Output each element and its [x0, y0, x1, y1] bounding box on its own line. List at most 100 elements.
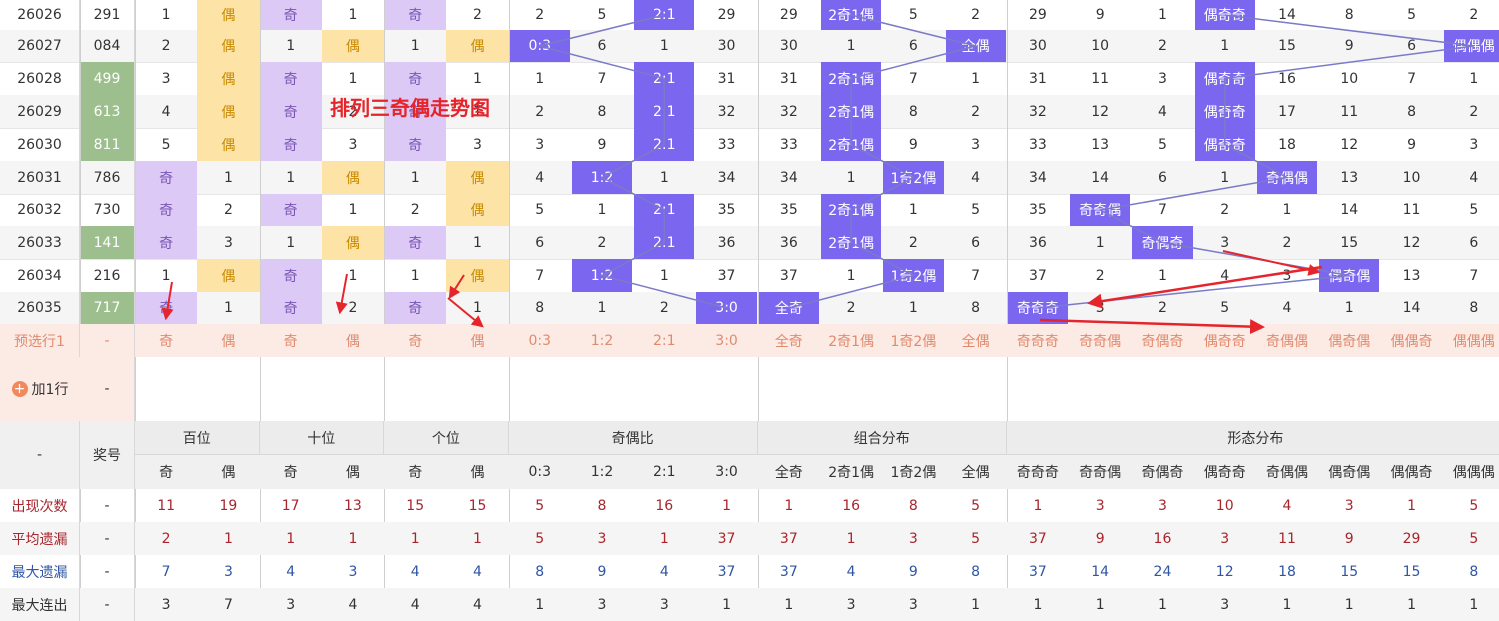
prize-number: 613	[80, 95, 135, 128]
preselect-option[interactable]: 奇	[260, 324, 322, 357]
preselect-option[interactable]: 偶奇偶	[1318, 324, 1380, 357]
preselect-option[interactable]: 全奇	[758, 324, 820, 357]
data-cell: 10	[1091, 38, 1110, 54]
data-cell: 2	[1157, 300, 1167, 316]
data-cell: 3	[348, 136, 358, 153]
odd-cell: 奇	[135, 226, 198, 259]
data-cell: 12	[1340, 136, 1359, 153]
data-cell: 4	[161, 103, 171, 120]
data-cell: 1	[659, 267, 669, 284]
data-cell: 1	[1344, 300, 1354, 316]
preselect-option[interactable]: 偶	[446, 324, 508, 357]
preselect-option[interactable]: 1:2	[571, 324, 633, 357]
odd-cell: 奇	[135, 292, 198, 324]
preselect-option[interactable]: 奇偶奇	[1131, 324, 1193, 357]
stat-value: 16	[1153, 530, 1172, 547]
stat-value: 17	[281, 497, 300, 514]
data-cell: 2	[908, 234, 918, 251]
stat-value: 8	[971, 563, 981, 580]
preselect-option[interactable]: 奇	[135, 324, 197, 357]
data-cell: 2	[1095, 267, 1105, 284]
stat-value: 13	[344, 497, 362, 514]
stat-value: 8	[908, 497, 918, 514]
issue-cell: 26035	[0, 292, 80, 324]
prize-number: 291	[80, 0, 135, 30]
stat-value: 3	[597, 530, 607, 547]
data-cell: 33	[779, 136, 798, 153]
header-sub: 全奇	[774, 465, 803, 481]
header-sub: 奇奇奇	[1016, 465, 1059, 481]
hit-block: 全奇	[758, 292, 819, 324]
header-sub: 偶偶偶	[1452, 465, 1495, 481]
odd-cell: 奇	[259, 0, 322, 30]
preselect-option[interactable]: 0:3	[509, 324, 571, 357]
data-cell: 4	[1157, 103, 1167, 120]
hit-block: 偶奇奇	[1194, 128, 1255, 161]
preselect-option[interactable]: 2奇1偶	[820, 324, 882, 357]
header-group: 形态分布	[1006, 421, 1499, 455]
stat-value: 11	[157, 497, 176, 514]
data-cell: 34	[779, 169, 798, 186]
data-cell: 37	[779, 267, 798, 284]
data-cell: 6	[971, 234, 981, 251]
header-sub: 奇	[159, 465, 174, 481]
data-cell: 30	[717, 38, 736, 54]
prize-number: 499	[80, 62, 135, 95]
data-cell: 8	[597, 103, 607, 120]
stat-value: 1	[1095, 596, 1105, 613]
stat-value: 15	[406, 497, 425, 514]
data-cell: 10	[1340, 70, 1359, 87]
data-cell: 31	[717, 70, 736, 87]
hit-block: 1:2	[571, 259, 633, 292]
data-cell: 29	[779, 7, 798, 23]
even-cell: 偶	[197, 62, 260, 95]
hit-block: 偶奇偶	[1319, 259, 1380, 292]
stat-value: 5	[1469, 530, 1479, 547]
hit-block: 2:1	[634, 128, 695, 161]
preselect-option[interactable]: 偶	[197, 324, 259, 357]
stat-value: 5	[1469, 497, 1479, 514]
preselect-option[interactable]: 奇奇奇	[1007, 324, 1069, 357]
data-cell: 32	[779, 103, 798, 120]
data-cell: 1	[659, 169, 669, 186]
header-sub: 奇奇偶	[1079, 465, 1122, 481]
header-sub: 奇偶奇	[1141, 465, 1184, 481]
hit-block: 奇偶偶	[1256, 161, 1318, 194]
preselect-option[interactable]: 奇	[384, 324, 446, 357]
data-cell: 7	[971, 267, 981, 284]
preselect-option[interactable]: 奇偶偶	[1256, 324, 1318, 357]
stat-value: 1	[348, 530, 358, 547]
preselect-option[interactable]: 偶	[322, 324, 384, 357]
preselect-option[interactable]: 偶奇奇	[1194, 324, 1256, 357]
stat-value: 4	[659, 563, 669, 580]
hit-block: 2奇1偶	[820, 128, 882, 161]
stat-value: 1	[1407, 497, 1416, 514]
even-cell: 偶	[446, 194, 509, 226]
even-cell: 偶	[446, 30, 509, 62]
preselect-option[interactable]: 3:0	[695, 324, 757, 357]
preselect-option[interactable]: 1奇2偶	[882, 324, 944, 357]
data-cell: 8	[535, 300, 545, 316]
data-cell: 34	[717, 169, 736, 186]
prize-number: 141	[80, 226, 135, 259]
data-cell: 2	[1157, 38, 1167, 54]
stat-value: 8	[597, 497, 607, 514]
stat-value: 3	[1344, 497, 1354, 514]
data-cell: 1	[846, 267, 856, 284]
preselect-option[interactable]: 2:1	[633, 324, 695, 357]
preselect-option[interactable]: 奇奇偶	[1069, 324, 1131, 357]
stat-value: 4	[846, 563, 856, 580]
data-cell: 7	[597, 70, 607, 87]
data-cell: 2	[223, 202, 233, 218]
even-cell: 偶	[321, 161, 385, 194]
stat-value: 1	[1407, 596, 1416, 613]
preselect-option[interactable]: 偶偶偶	[1443, 324, 1499, 357]
stat-value: 3	[1220, 530, 1230, 547]
preselect-option[interactable]: 全偶	[945, 324, 1007, 357]
preselect-option[interactable]: 偶偶奇	[1380, 324, 1442, 357]
add-row-button[interactable]: + 加1行	[0, 357, 80, 421]
hit-block: 2:1	[634, 62, 695, 95]
header-sub: 奇	[283, 465, 298, 481]
stat-value: 5	[535, 497, 545, 514]
data-cell: 12	[1091, 103, 1110, 120]
